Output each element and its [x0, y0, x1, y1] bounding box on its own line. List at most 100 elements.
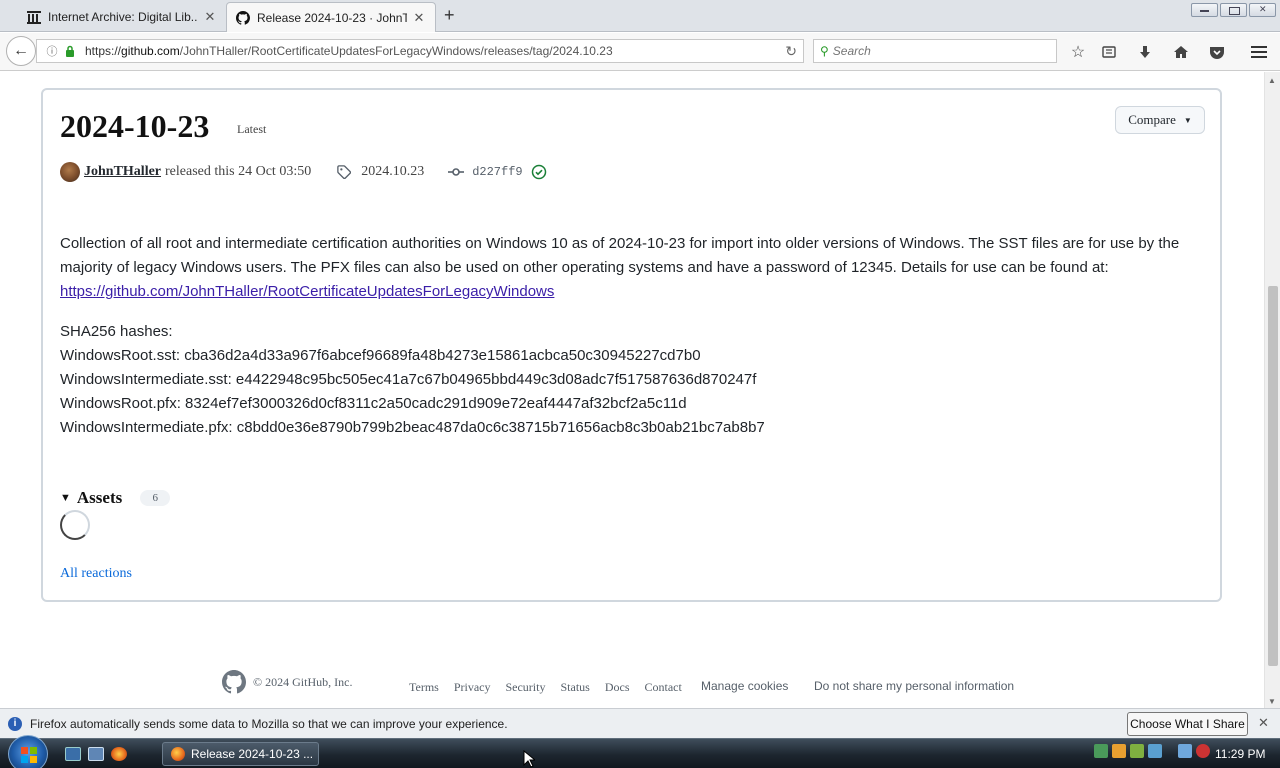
hamburger-menu-icon[interactable] [1248, 42, 1270, 62]
new-tab-plus-icon[interactable]: + [444, 6, 455, 24]
url-path: /JohnTHaller/RootCertificateUpdatesForLe… [179, 44, 613, 58]
footer-link-docs[interactable]: Docs [605, 680, 630, 695]
commit-link[interactable]: d227ff9 [472, 165, 522, 179]
verified-check-icon[interactable] [531, 164, 547, 180]
address-bar[interactable]: ⓘ https://github.com/JohnTHaller/RootCer… [36, 39, 804, 63]
url-host: github.com [121, 44, 180, 58]
switch-windows-icon[interactable] [88, 747, 104, 761]
tab-internet-archive[interactable]: Internet Archive: Digital Lib... ✕ [18, 2, 226, 32]
url-prefix: https:// [85, 44, 122, 58]
repo-link[interactable]: https://github.com/JohnTHaller/RootCerti… [60, 283, 554, 300]
tray-security-icon[interactable] [1112, 744, 1126, 758]
hashes-block: SHA256 hashes: WindowsRoot.sst: cba36d2a… [60, 320, 765, 440]
tray-app-icon[interactable] [1148, 744, 1162, 758]
author-link[interactable]: JohnTHaller [84, 164, 161, 180]
search-bar[interactable]: ⚲ [813, 39, 1057, 63]
vertical-scrollbar[interactable]: ▲ ▼ [1264, 72, 1280, 708]
tag-link[interactable]: 2024.10.23 [361, 164, 424, 180]
commit-icon [448, 168, 465, 176]
tab-close-icon[interactable]: ✕ [411, 10, 427, 26]
lock-icon[interactable] [63, 44, 77, 58]
bookmark-star-icon[interactable]: ☆ [1067, 42, 1089, 62]
notification-bar: i Firefox automatically sends some data … [0, 708, 1280, 738]
assets-toggle[interactable]: ▼ Assets 6 [60, 488, 171, 508]
search-engine-icon[interactable]: ⚲ [820, 44, 829, 58]
window-close-button[interactable] [1249, 3, 1276, 17]
hash-line: WindowsRoot.sst: cba36d2a4d33a967f6abcef… [60, 347, 701, 364]
page-footer: © 2024 GitHub, Inc. Terms Privacy Securi… [0, 666, 1264, 696]
release-card: 2024-10-23 Latest Compare ▼ JohnTHaller … [41, 88, 1222, 602]
home-icon[interactable] [1170, 42, 1192, 62]
latest-badge: Latest [237, 122, 267, 136]
tray-update-icon[interactable] [1130, 744, 1144, 758]
released-date-text: released this 24 Oct 03:50 [165, 164, 312, 179]
tray-spacer [1166, 744, 1174, 758]
avatar[interactable] [60, 162, 80, 182]
hash-line: WindowsRoot.pfx: 8324ef7ef3000326d0cf831… [60, 395, 687, 412]
tag-icon [337, 165, 352, 179]
info-icon: i [8, 716, 22, 731]
description-text: Collection of all root and intermediate … [60, 235, 1180, 276]
archive-favicon-icon [26, 9, 42, 25]
info-icon[interactable]: ⓘ [45, 44, 59, 58]
tab-bar: Internet Archive: Digital Lib... ✕ Relea… [0, 0, 1280, 32]
back-arrow-icon[interactable]: ← [6, 36, 36, 66]
footer-link-terms[interactable]: Terms [409, 680, 439, 695]
caret-down-icon: ▼ [1183, 115, 1192, 125]
compare-button[interactable]: Compare ▼ [1115, 106, 1205, 134]
firefox-icon [171, 747, 185, 761]
release-title: 2024-10-23 [60, 108, 210, 144]
footer-link-contact[interactable]: Contact [645, 680, 682, 695]
manage-cookies-button[interactable]: Manage cookies [701, 679, 788, 693]
reload-icon[interactable]: ↻ [785, 43, 797, 60]
hashes-heading: SHA256 hashes: [60, 323, 173, 340]
do-not-share-button[interactable]: Do not share my personal information [814, 679, 1014, 693]
window-maximize-button[interactable] [1220, 3, 1247, 17]
tab-github-release[interactable]: Release 2024-10-23 · JohnT... ✕ [226, 2, 436, 32]
firefox-quicklaunch-icon[interactable] [111, 747, 127, 761]
reading-list-icon[interactable] [1098, 42, 1120, 62]
search-input[interactable] [832, 44, 1033, 58]
tray-network-icon[interactable] [1094, 744, 1108, 758]
github-logo-icon[interactable] [222, 670, 246, 694]
mouse-cursor-icon [523, 750, 535, 768]
system-tray [1094, 744, 1210, 758]
taskbar-firefox-window[interactable]: Release 2024-10-23 ... [162, 742, 319, 766]
footer-link-status[interactable]: Status [560, 680, 589, 695]
choose-what-i-share-button[interactable]: Choose What I Share [1127, 712, 1248, 736]
start-button[interactable] [8, 735, 48, 768]
assets-count-badge: 6 [140, 490, 171, 506]
all-reactions-link[interactable]: All reactions [60, 566, 132, 582]
github-favicon-icon [235, 10, 251, 26]
close-icon[interactable]: ✕ [1258, 715, 1269, 731]
taskbar-clock[interactable]: 11:29 PM [1215, 747, 1265, 761]
hash-line: WindowsIntermediate.pfx: c8bdd0e36e8790b… [60, 419, 765, 436]
loading-spinner-icon [60, 510, 90, 540]
footer-link-security[interactable]: Security [505, 680, 545, 695]
triangle-down-icon: ▼ [60, 492, 71, 504]
hash-line: WindowsIntermediate.sst: e4422948c95bc50… [60, 371, 757, 388]
scrollbar-thumb[interactable] [1268, 286, 1278, 666]
release-description: Collection of all root and intermediate … [60, 232, 1200, 304]
notification-text: Firefox automatically sends some data to… [30, 716, 508, 731]
copyright-text: © 2024 GitHub, Inc. [253, 675, 353, 689]
page-content: 2024-10-23 Latest Compare ▼ JohnTHaller … [0, 72, 1264, 708]
scroll-down-arrow-icon[interactable]: ▼ [1268, 697, 1276, 706]
footer-links: Terms Privacy Security Status Docs Conta… [409, 680, 697, 695]
compare-label: Compare [1128, 112, 1176, 127]
footer-link-privacy[interactable]: Privacy [454, 680, 491, 695]
volume-muted-icon[interactable] [1196, 744, 1210, 758]
tab-close-icon[interactable]: ✕ [202, 9, 218, 25]
assets-label: Assets [76, 488, 123, 507]
show-desktop-icon[interactable] [65, 747, 81, 761]
pocket-icon[interactable] [1206, 42, 1228, 62]
window-minimize-button[interactable] [1191, 3, 1218, 17]
release-meta: JohnTHaller released this 24 Oct 03:50 2… [60, 162, 547, 182]
download-arrow-icon[interactable] [1134, 42, 1156, 62]
taskbar: Release 2024-10-23 ... 11:29 PM [0, 735, 1280, 768]
navigation-toolbar: ← ⓘ https://github.com/JohnTHaller/RootC… [0, 33, 1280, 71]
tray-display-icon[interactable] [1178, 744, 1192, 758]
tab-title: Release 2024-10-23 · JohnT... [257, 10, 407, 25]
scroll-up-arrow-icon[interactable]: ▲ [1268, 76, 1276, 85]
taskbar-task-label: Release 2024-10-23 ... [191, 747, 314, 761]
